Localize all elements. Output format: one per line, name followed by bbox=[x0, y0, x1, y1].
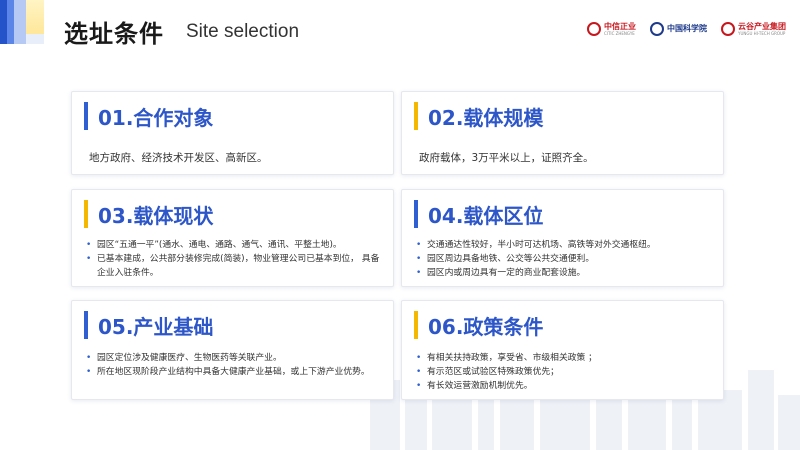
card-list: 园区定位涉及健康医疗、生物医药等关联产业。 所在地区现阶段产业结构中具备大健康产… bbox=[86, 351, 381, 379]
card-list: 交通通达性较好，半小时可达机场、高铁等对外交通枢纽。 园区周边具备地铁、公交等公… bbox=[416, 238, 711, 280]
list-item: 园区内或周边具有一定的商业配套设施。 bbox=[416, 266, 711, 280]
page-title: 选址条件 bbox=[64, 20, 164, 48]
logo-group: 中信正业 CITIC ZHENGYE 中国科学院 云谷产业集团 YUNGU HI… bbox=[587, 22, 786, 36]
card-accent-bar bbox=[84, 311, 88, 339]
card-title: 04.载体区位 bbox=[428, 203, 544, 228]
list-item: 已基本建成，公共部分装修完成(简装)，物业管理公司已基本到位， 具备企业入驻条件… bbox=[86, 252, 381, 280]
list-item: 园区定位涉及健康医疗、生物医药等关联产业。 bbox=[86, 351, 381, 365]
card-list: 园区“五通一平”(通水、通电、通路、通气、通讯、平整土地)。 已基本建成，公共部… bbox=[86, 238, 381, 280]
cas-logo-icon bbox=[650, 22, 664, 36]
card-scale: 02.载体规模 政府载体，3万平米以上，证照齐全。 bbox=[401, 91, 724, 175]
logo-yungu-name: 云谷产业集团 bbox=[738, 21, 786, 31]
card-title: 05.产业基础 bbox=[98, 314, 214, 339]
card-policy: 06.政策条件 有相关扶持政策，享受省、市级相关政策 ； 有示范区或试验区特殊政… bbox=[401, 300, 724, 400]
logo-citic: 中信正业 CITIC ZHENGYE bbox=[587, 22, 636, 36]
list-item: 园区“五通一平”(通水、通电、通路、通气、通讯、平整土地)。 bbox=[86, 238, 381, 252]
card-title: 03.载体现状 bbox=[98, 203, 214, 228]
card-title: 01.合作对象 bbox=[98, 105, 214, 130]
card-title: 02.载体规模 bbox=[428, 105, 544, 130]
yungu-logo-icon bbox=[721, 22, 735, 36]
list-item: 有相关扶持政策，享受省、市级相关政策 ； bbox=[416, 351, 711, 365]
card-list: 有相关扶持政策，享受省、市级相关政策 ； 有示范区或试验区特殊政策优先； 有长效… bbox=[416, 351, 711, 393]
citic-logo-icon bbox=[587, 22, 601, 36]
list-item: 所在地区现阶段产业结构中具备大健康产业基础，或上下游产业优势。 bbox=[86, 365, 381, 379]
logo-citic-name: 中信正业 bbox=[604, 21, 636, 31]
card-accent-bar bbox=[84, 200, 88, 228]
page-subtitle: Site selection bbox=[186, 21, 300, 42]
corner-accent bbox=[26, 0, 44, 34]
list-item: 有长效运营激励机制优先。 bbox=[416, 379, 711, 393]
card-accent-bar bbox=[84, 102, 88, 130]
card-accent-bar bbox=[414, 200, 418, 228]
logo-yungu-en: YUNGU HI-TECH GROUP bbox=[738, 30, 786, 36]
card-industry: 05.产业基础 园区定位涉及健康医疗、生物医药等关联产业。 所在地区现阶段产业结… bbox=[71, 300, 394, 400]
list-item: 交通通达性较好，半小时可达机场、高铁等对外交通枢纽。 bbox=[416, 238, 711, 252]
card-status: 03.载体现状 园区“五通一平”(通水、通电、通路、通气、通讯、平整土地)。 已… bbox=[71, 189, 394, 287]
card-accent-bar bbox=[414, 102, 418, 130]
card-title: 06.政策条件 bbox=[428, 314, 544, 339]
card-cooperation: 01.合作对象 地方政府、经济技术开发区、高新区。 bbox=[71, 91, 394, 175]
card-text: 政府载体，3万平米以上，证照齐全。 bbox=[419, 152, 594, 164]
logo-yungu: 云谷产业集团 YUNGU HI-TECH GROUP bbox=[721, 22, 786, 36]
logo-cas: 中国科学院 bbox=[650, 22, 707, 36]
card-location: 04.载体区位 交通通达性较好，半小时可达机场、高铁等对外交通枢纽。 园区周边具… bbox=[401, 189, 724, 287]
list-item: 园区周边具备地铁、公交等公共交通便利。 bbox=[416, 252, 711, 266]
card-accent-bar bbox=[414, 311, 418, 339]
list-item: 有示范区或试验区特殊政策优先； bbox=[416, 365, 711, 379]
card-text: 地方政府、经济技术开发区、高新区。 bbox=[89, 152, 268, 164]
logo-citic-en: CITIC ZHENGYE bbox=[604, 30, 635, 36]
logo-cas-name: 中国科学院 bbox=[667, 24, 707, 33]
